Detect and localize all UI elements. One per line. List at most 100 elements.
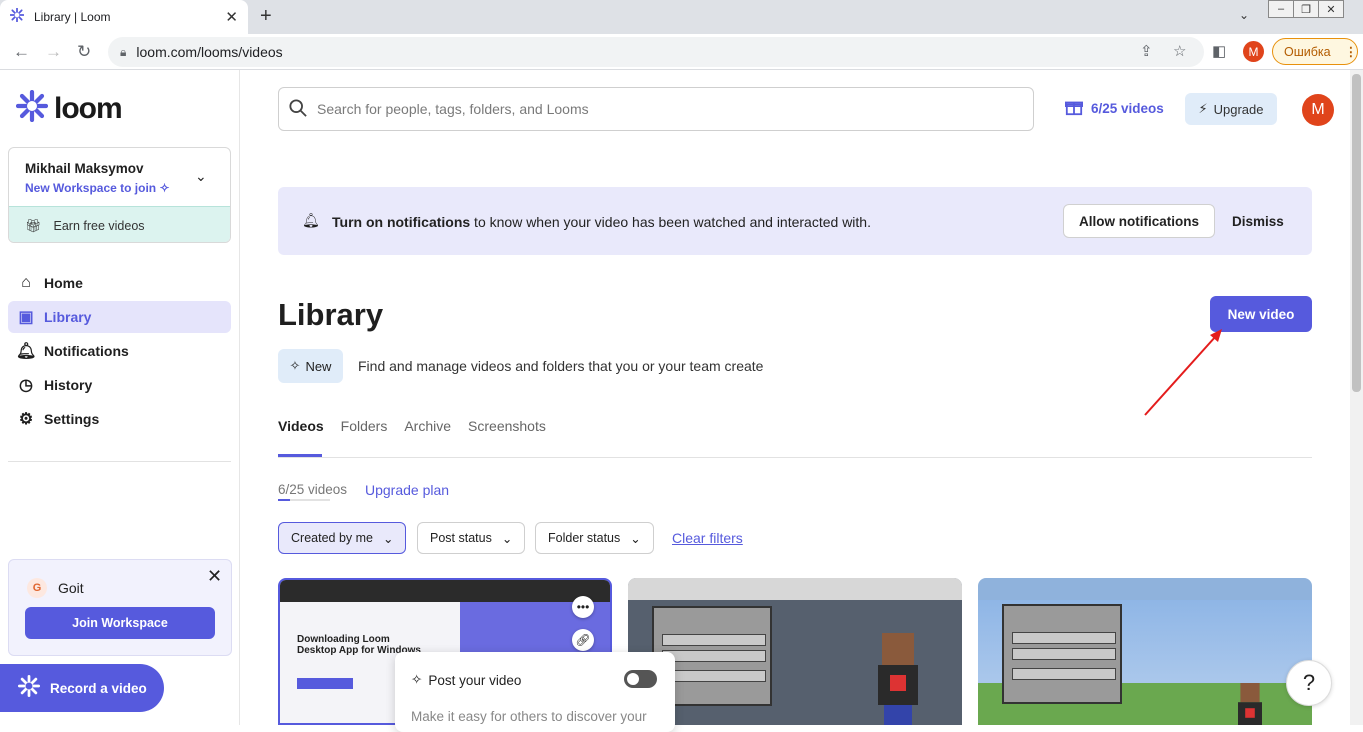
more-options-icon[interactable]: ••• [572, 596, 594, 618]
thumb-menu-item [662, 650, 766, 662]
post-video-title-row: ✧ Post your video [411, 672, 521, 688]
side-panel-icon[interactable]: ◧ [1212, 42, 1226, 60]
post-video-description: Make it easy for others to discover your [411, 709, 647, 724]
search-input[interactable] [317, 101, 997, 117]
thumb-char-legs [884, 705, 912, 725]
join-workspace-button[interactable]: Join Workspace [25, 607, 215, 639]
toggle-knob [627, 673, 639, 685]
gift-icon [1065, 98, 1083, 119]
tab-videos[interactable]: Videos [278, 418, 324, 434]
help-button[interactable]: ? [1286, 660, 1332, 706]
sidebar-divider [8, 461, 231, 462]
sidebar-item-library[interactable]: ▣ Library [8, 301, 231, 333]
tabs-divider [278, 457, 1312, 458]
address-bar[interactable]: 🔒︎ loom.com/looms/videos [108, 37, 1204, 67]
new-workspace-link[interactable]: New Workspace to join ✧ [25, 181, 170, 195]
browser-tabstrip: Library | Loom ✕ + ⌄ – ❐ ✕ [0, 0, 1363, 34]
error-label: Ошибка [1284, 44, 1331, 59]
video-count-progress [278, 499, 330, 501]
bookmark-star-icon[interactable]: ☆ [1173, 42, 1186, 60]
chevron-down-icon: ⌄ [382, 531, 394, 546]
video-count-progress-fill [278, 499, 291, 501]
loom-wordmark: loom [54, 91, 123, 125]
filter-post-status[interactable]: Post status ⌄ [417, 522, 526, 554]
loom-favicon-icon [9, 7, 25, 27]
share-icon[interactable]: ⇪ [1140, 42, 1153, 60]
sidebar-item-label: Notifications [44, 343, 129, 359]
browser-tab[interactable]: Library | Loom ✕ [0, 0, 248, 34]
post-video-toggle[interactable] [624, 670, 657, 688]
filter-created-by-me[interactable]: Created by me ⌄ [278, 522, 407, 554]
tab-search-chevron-icon[interactable]: ⌄ [1239, 8, 1249, 22]
restore-icon[interactable]: ❐ [1293, 0, 1319, 18]
dismiss-button[interactable]: Dismiss [1232, 214, 1284, 229]
chevron-down-icon: ⌄ [501, 531, 513, 546]
bell-icon: 🔔︎ [16, 343, 37, 360]
page-title: Library [278, 297, 384, 332]
sidebar-item-settings[interactable]: ⚙ Settings [8, 403, 231, 435]
thumb-game-menu [1002, 604, 1122, 704]
tab-folders[interactable]: Folders [341, 418, 388, 434]
browser-error-button[interactable]: Ошибка ⋮ [1272, 38, 1358, 65]
browser-profile-avatar[interactable]: M [1243, 41, 1264, 62]
loom-logo-icon [15, 89, 49, 127]
clear-filters-link[interactable]: Clear filters [672, 530, 743, 546]
reload-icon[interactable]: ↻ [77, 42, 91, 62]
thumb-button [297, 678, 353, 689]
notifications-banner: 🔔︎ Turn on notifications to know when yo… [278, 187, 1312, 255]
sparkle-icon: ✧ [411, 672, 423, 687]
forward-icon[interactable]: → [45, 42, 62, 62]
annotation-arrow [1144, 329, 1222, 416]
earn-free-videos[interactable]: 🎁︎ Earn free videos [9, 206, 230, 242]
scrollbar-thumb[interactable] [1352, 74, 1361, 392]
bell-icon: 🔔︎ [302, 212, 320, 228]
thumb-menu-item [662, 670, 766, 682]
new-tab-icon[interactable]: + [260, 5, 272, 28]
thumb-char-logo [1245, 708, 1255, 718]
video-quota[interactable]: 6/25 videos [1065, 98, 1164, 119]
workspace-switcher[interactable]: Mikhail Maksymov New Workspace to join ✧… [8, 147, 231, 243]
allow-notifications-button[interactable]: Allow notifications [1063, 204, 1215, 238]
active-tab-underline [278, 454, 322, 457]
thumb-character [878, 633, 918, 725]
tab-screenshots[interactable]: Screenshots [468, 418, 546, 434]
tab-archive[interactable]: Archive [404, 418, 451, 434]
filter-folder-status[interactable]: Folder status ⌄ [535, 522, 654, 554]
lightning-icon: ⚡︎ [1198, 101, 1208, 116]
post-video-title: Post your video [428, 672, 522, 688]
upgrade-plan-link[interactable]: Upgrade plan [365, 482, 449, 498]
chevron-down-icon[interactable]: ⌄ [195, 168, 207, 185]
thumb-menu-item [662, 634, 766, 646]
close-icon[interactable]: ✕ [207, 566, 222, 587]
chevron-down-icon: ⌄ [630, 531, 641, 546]
gift-icon: 🎁︎ [25, 217, 42, 233]
close-window-icon[interactable]: ✕ [1318, 0, 1344, 18]
upgrade-button[interactable]: ⚡︎ Upgrade [1185, 93, 1277, 125]
back-icon[interactable]: ← [13, 42, 30, 62]
record-video-button[interactable]: Record a video [0, 664, 164, 712]
sidebar-item-home[interactable]: ⌂ Home [8, 267, 231, 299]
user-avatar[interactable]: M [1302, 94, 1334, 126]
sidebar-item-label: Library [44, 309, 92, 325]
library-subtitle: Find and manage videos and folders that … [358, 358, 764, 374]
loom-logo[interactable]: loom [15, 89, 123, 127]
video-card[interactable] [978, 578, 1312, 725]
search-box[interactable] [278, 87, 1034, 131]
invite-workspace-name: Goit [58, 580, 84, 596]
page-scrollbar[interactable] [1350, 70, 1363, 725]
sidebar-item-label: Home [44, 275, 83, 291]
earn-label: Earn free videos [53, 218, 145, 233]
sidebar-item-notifications[interactable]: 🔔︎ Notifications [8, 335, 231, 367]
lock-icon: 🔒︎ [120, 44, 127, 59]
workspace-avatar: G [27, 578, 47, 598]
sidebar: loom Mikhail Maksymov New Workspace to j… [0, 70, 240, 725]
close-tab-icon[interactable]: ✕ [225, 8, 238, 26]
sidebar-item-history[interactable]: ◷ History [8, 369, 231, 401]
video-card[interactable] [628, 578, 962, 725]
link-icon[interactable]: 🔗︎ [572, 629, 594, 651]
thumb-char-head [882, 633, 914, 665]
home-icon: ⌂ [21, 274, 31, 291]
library-tabs: Videos Folders Archive Screenshots [278, 418, 546, 434]
minimize-icon[interactable]: – [1268, 0, 1294, 18]
url-text: loom.com/looms/videos [136, 44, 283, 60]
